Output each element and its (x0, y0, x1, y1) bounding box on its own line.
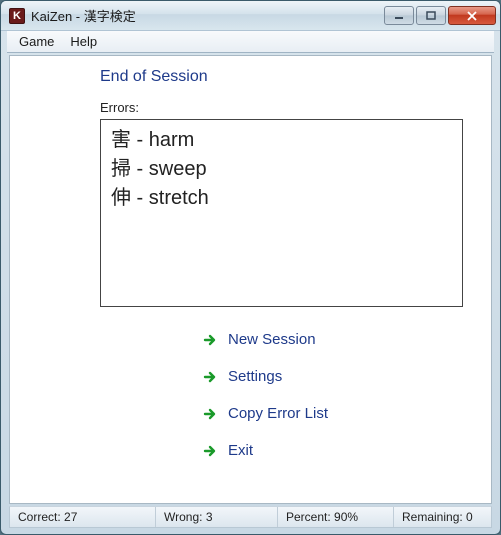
action-label: Copy Error List (228, 405, 328, 422)
action-label: Settings (228, 368, 282, 385)
menubar: Game Help (7, 31, 494, 53)
content-area: End of Session Errors: 害 - harm 掃 - swee… (9, 55, 492, 504)
status-remaining: Remaining: 0 (394, 507, 491, 527)
settings-link[interactable]: Settings (202, 368, 473, 385)
status-wrong: Wrong: 3 (156, 507, 278, 527)
status-remaining-label: Remaining: (402, 510, 463, 524)
action-label: New Session (228, 331, 316, 348)
status-correct: Correct: 27 (10, 507, 156, 527)
titlebar[interactable]: K KaiZen - 漢字検定 (1, 1, 500, 31)
error-item: 害 - harm (111, 126, 452, 155)
menu-help[interactable]: Help (62, 32, 105, 51)
status-percent-value: 90% (334, 510, 358, 524)
error-item: 掃 - sweep (111, 155, 452, 184)
status-correct-label: Correct: (18, 510, 61, 524)
errors-list-box: 害 - harm 掃 - sweep 伸 - stretch (100, 119, 463, 307)
statusbar: Correct: 27 Wrong: 3 Percent: 90% Remain… (9, 506, 492, 528)
minimize-button[interactable] (384, 6, 414, 25)
error-item: 伸 - stretch (111, 184, 452, 213)
status-remaining-value: 0 (466, 510, 473, 524)
status-wrong-label: Wrong: (164, 510, 202, 524)
menu-game[interactable]: Game (11, 32, 62, 51)
close-button[interactable] (448, 6, 496, 25)
app-window: K KaiZen - 漢字検定 Game Help End of Session… (0, 0, 501, 535)
status-wrong-value: 3 (206, 510, 213, 524)
copy-error-list-link[interactable]: Copy Error List (202, 405, 473, 422)
errors-label: Errors: (100, 100, 473, 115)
actions-list: New Session Settings Copy Error List Exi… (202, 331, 473, 459)
window-controls (384, 6, 496, 25)
arrow-right-icon (202, 443, 218, 459)
app-icon: K (9, 8, 25, 24)
new-session-link[interactable]: New Session (202, 331, 473, 348)
exit-link[interactable]: Exit (202, 442, 473, 459)
window-title: KaiZen - 漢字検定 (31, 6, 384, 25)
arrow-right-icon (202, 332, 218, 348)
arrow-right-icon (202, 369, 218, 385)
session-heading: End of Session (100, 68, 473, 86)
action-label: Exit (228, 442, 253, 459)
arrow-right-icon (202, 406, 218, 422)
status-correct-value: 27 (64, 510, 77, 524)
maximize-button[interactable] (416, 6, 446, 25)
status-percent-label: Percent: (286, 510, 331, 524)
status-percent: Percent: 90% (278, 507, 394, 527)
